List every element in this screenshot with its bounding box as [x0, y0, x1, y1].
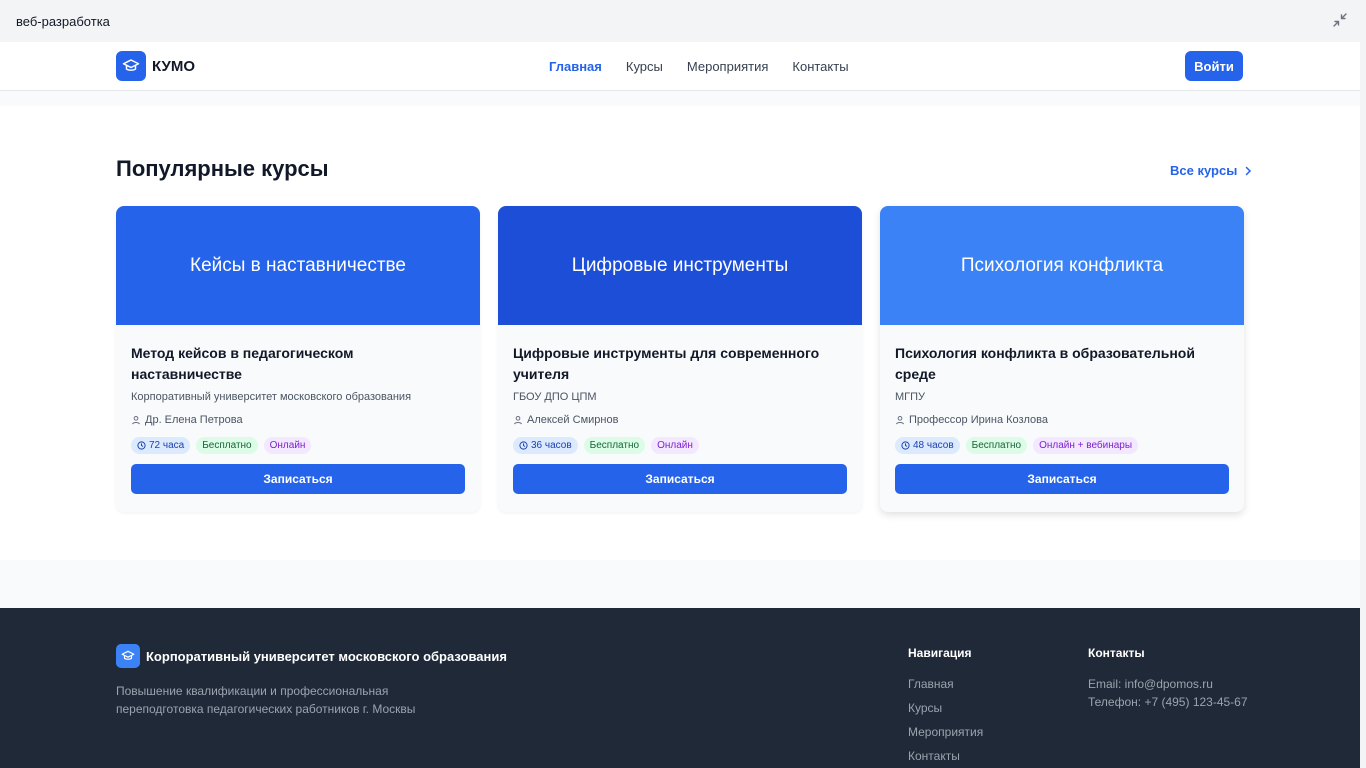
format-badge: Онлайн — [263, 437, 312, 454]
course-author-name: Алексей Смирнов — [527, 414, 619, 426]
duration-text: 48 часов — [913, 440, 954, 451]
nav-item-home[interactable]: Главная — [549, 59, 602, 74]
course-title[interactable]: Метод кейсов в педагогическом наставниче… — [131, 343, 465, 385]
course-tags: 72 часа Бесплатно Онлайн — [131, 437, 465, 454]
nav-item-events[interactable]: Мероприятия — [687, 59, 769, 74]
price-badge: Бесплатно — [965, 437, 1028, 454]
chevron-right-icon — [1246, 166, 1252, 175]
course-card-body: Психология конфликта в образовательной с… — [880, 325, 1244, 510]
site-logo[interactable]: КУМО — [116, 51, 195, 81]
user-icon — [896, 415, 904, 425]
footer-description: Повышение квалификации и профессиональна… — [116, 682, 436, 718]
enroll-button[interactable]: Записаться — [513, 464, 847, 494]
footer-nav: Навигация Главная Курсы Мероприятия Конт… — [908, 646, 983, 768]
footer-email[interactable]: Email: info@dpomos.ru — [1088, 676, 1248, 693]
course-organization: МГПУ — [895, 391, 926, 403]
format-badge: Онлайн — [651, 437, 699, 454]
main-nav: Главная Курсы Мероприятия Контакты — [549, 59, 849, 74]
course-title[interactable]: Цифровые инструменты для современного уч… — [513, 343, 833, 385]
duration-text: 36 часов — [531, 440, 572, 451]
collapse-icon[interactable] — [1332, 12, 1348, 28]
course-tags: 48 часов Бесплатно Онлайн + вебинары — [895, 437, 1229, 454]
clock-icon — [137, 441, 146, 450]
section-title: Популярные курсы — [116, 156, 329, 181]
footer-link-home[interactable]: Главная — [908, 676, 983, 693]
footer-link-events[interactable]: Мероприятия — [908, 724, 983, 741]
course-card: Цифровые инструменты Цифровые инструмент… — [498, 206, 862, 512]
clock-icon — [901, 441, 910, 450]
duration-badge: 36 часов — [513, 437, 578, 454]
clock-icon — [519, 441, 528, 450]
course-card-body: Цифровые инструменты для современного уч… — [498, 325, 862, 510]
footer-contacts-title: Контакты — [1088, 646, 1145, 660]
course-organization: ГБОУ ДПО ЦПМ — [513, 391, 597, 403]
course-author-name: Профессор Ирина Козлова — [909, 414, 1048, 426]
course-author: Алексей Смирнов — [513, 414, 847, 426]
course-banner-title: Психология конфликта — [960, 254, 1164, 276]
enroll-button[interactable]: Записаться — [895, 464, 1229, 494]
price-badge: Бесплатно — [583, 437, 646, 454]
login-button[interactable]: Войти — [1185, 51, 1243, 81]
course-card-body: Метод кейсов в педагогическом наставниче… — [116, 325, 480, 510]
enroll-button[interactable]: Записаться — [131, 464, 465, 494]
course-author-name: Др. Елена Петрова — [145, 414, 243, 426]
window-title: веб-разработка — [16, 13, 110, 29]
footer-link-contacts[interactable]: Контакты — [908, 748, 983, 765]
course-banner-title: Кейсы в наставничестве — [190, 254, 406, 276]
duration-text: 72 часа — [149, 440, 185, 451]
course-tags: 36 часов Бесплатно Онлайн — [513, 437, 847, 454]
course-card: Психология конфликта Психология конфликт… — [880, 206, 1244, 512]
nav-item-courses[interactable]: Курсы — [626, 59, 663, 74]
footer-logo[interactable]: Корпоративный университет московского об… — [116, 644, 507, 668]
footer-phone[interactable]: Телефон: +7 (495) 123-45-67 — [1088, 694, 1248, 711]
graduation-cap-icon — [116, 644, 140, 668]
course-author: Др. Елена Петрова — [131, 414, 465, 426]
nav-item-contacts[interactable]: Контакты — [792, 59, 848, 74]
graduation-cap-icon — [116, 51, 146, 81]
footer-description-line: переподготовка педагогических работников… — [116, 702, 416, 716]
duration-badge: 72 часа — [131, 437, 191, 454]
course-title[interactable]: Психология конфликта в образовательной с… — [895, 343, 1229, 385]
footer-description-line: Повышение квалификации и профессиональна… — [116, 684, 389, 698]
footer-link-courses[interactable]: Курсы — [908, 700, 983, 717]
footer-contacts: Контакты Email: info@dpomos.ru Телефон: … — [1088, 646, 1248, 718]
price-badge: Бесплатно — [196, 437, 258, 454]
all-courses-link[interactable]: Все курсы — [1170, 163, 1253, 178]
window-titlebar: веб-разработка — [0, 0, 1366, 42]
user-icon — [132, 415, 140, 425]
site-footer: Корпоративный университет московского об… — [0, 608, 1360, 768]
format-badge: Онлайн + вебинары — [1033, 437, 1139, 454]
course-card: Кейсы в наставничестве Метод кейсов в пе… — [116, 206, 480, 512]
user-icon — [514, 415, 522, 425]
course-banner-title: Цифровые инструменты — [571, 254, 789, 276]
course-banner[interactable]: Психология конфликта — [880, 206, 1244, 325]
section-divider — [0, 91, 1360, 106]
course-banner[interactable]: Цифровые инструменты — [498, 206, 862, 325]
course-author: Профессор Ирина Козлова — [895, 414, 1229, 426]
duration-badge: 48 часов — [895, 437, 960, 454]
course-organization: Корпоративный университет московского об… — [131, 391, 412, 403]
footer-nav-title: Навигация — [908, 646, 972, 660]
section-divider — [0, 560, 1360, 608]
site-header: КУМО Главная Курсы Мероприятия Контакты … — [0, 42, 1360, 91]
brand-name: КУМО — [152, 57, 196, 75]
all-courses-label: Все курсы — [1170, 163, 1238, 178]
course-banner[interactable]: Кейсы в наставничестве — [116, 206, 480, 325]
footer-brand-name: Корпоративный университет московского об… — [146, 648, 507, 664]
page-scrollbar[interactable] — [1360, 42, 1366, 768]
